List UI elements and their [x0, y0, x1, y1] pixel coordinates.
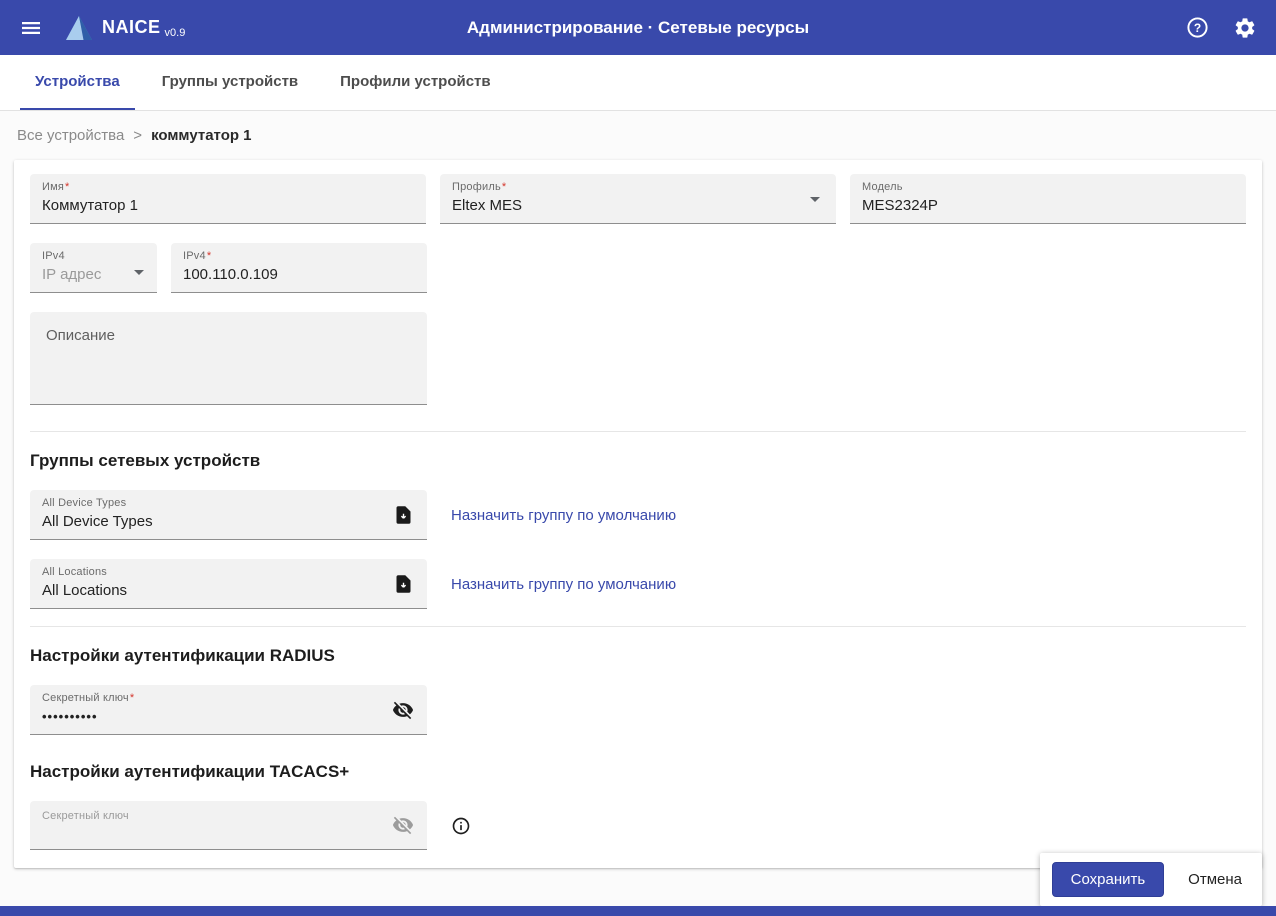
location-group-row: All Locations All Locations Назначить гр… — [30, 559, 1246, 609]
profile-select[interactable]: Профиль* Eltex MES — [440, 174, 836, 224]
device-type-group-field[interactable]: All Device Types All Device Types — [30, 490, 427, 540]
section-title-tacacs: Настройки аутентификации TACACS+ — [30, 762, 350, 781]
model-field-label: Модель — [862, 181, 903, 193]
eye-off-icon[interactable] — [392, 814, 414, 836]
location-group-value: All Locations — [42, 582, 128, 599]
ip-address-field[interactable]: IPv4* 100.110.0.109 — [171, 243, 427, 293]
name-field[interactable]: Имя* Коммутатор 1 — [30, 174, 426, 224]
settings-gear-icon[interactable] — [1232, 15, 1258, 41]
name-field-label: Имя* — [42, 181, 70, 193]
description-field[interactable]: Описание — [30, 312, 427, 405]
breadcrumb: Все устройства > коммутатор 1 — [0, 111, 1276, 160]
required-asterisk: * — [65, 181, 70, 193]
chevron-down-icon — [810, 196, 820, 202]
ip-version-select-placeholder: IP адрес — [42, 266, 102, 283]
tacacs-secret-placeholder: Секретный ключ — [42, 810, 129, 822]
required-asterisk: * — [501, 181, 507, 193]
section-title-radius: Настройки аутентификации RADIUS — [30, 646, 335, 665]
app-logo: NAICE v0.9 — [64, 15, 185, 41]
action-bar: Сохранить Отмена — [1039, 853, 1262, 906]
ip-address-field-value: 100.110.0.109 — [183, 266, 278, 283]
tab-device-groups[interactable]: Группы устройств — [147, 55, 313, 110]
description-placeholder: Описание — [46, 327, 116, 344]
eye-off-icon[interactable] — [392, 699, 414, 721]
required-asterisk: * — [129, 692, 135, 704]
tab-bar: Устройства Группы устройств Профили устр… — [0, 55, 1276, 111]
breadcrumb-separator: > — [133, 127, 143, 144]
profile-select-value: Eltex MES — [452, 197, 523, 214]
location-group-field[interactable]: All Locations All Locations — [30, 559, 427, 609]
model-field-value: MES2324P — [862, 197, 938, 214]
model-field[interactable]: Модель MES2324P — [850, 174, 1246, 224]
footer-bar — [0, 906, 1276, 916]
breadcrumb-all-devices-link[interactable]: Все устройства — [17, 127, 124, 144]
naice-logo-icon — [64, 15, 102, 41]
assign-default-location-group-link[interactable]: Назначить группу по умолчанию — [451, 576, 676, 593]
ip-version-select[interactable]: IPv4 IP адрес — [30, 243, 157, 293]
location-group-label: All Locations — [42, 566, 107, 578]
section-title-device-groups: Группы сетевых устройств — [30, 451, 261, 470]
breadcrumb-current: коммутатор 1 — [151, 127, 252, 144]
section-divider — [30, 431, 1246, 432]
assign-file-icon[interactable] — [393, 504, 414, 525]
assign-default-device-type-group-link[interactable]: Назначить группу по умолчанию — [451, 507, 676, 524]
info-icon[interactable] — [451, 816, 471, 836]
cancel-button[interactable]: Отмена — [1180, 863, 1250, 896]
device-type-group-row: All Device Types All Device Types Назнач… — [30, 490, 1246, 540]
radius-secret-row: Секретный ключ* •••••••••• — [30, 685, 1246, 735]
top-bar: NAICE v0.9 Администрирование · Сетевые р… — [0, 0, 1276, 55]
name-field-value: Коммутатор 1 — [42, 197, 138, 214]
save-button[interactable]: Сохранить — [1051, 862, 1165, 897]
app-window: NAICE v0.9 Администрирование · Сетевые р… — [0, 0, 1276, 916]
ip-version-select-label: IPv4 — [42, 250, 65, 262]
required-asterisk: * — [206, 250, 212, 262]
app-version: v0.9 — [164, 26, 186, 39]
device-type-group-label: All Device Types — [42, 497, 127, 509]
radius-secret-field[interactable]: Секретный ключ* •••••••••• — [30, 685, 427, 735]
ip-address-field-label: IPv4* — [183, 250, 212, 262]
app-name: NAICE — [102, 17, 161, 37]
tab-device-profiles[interactable]: Профили устройств — [325, 55, 505, 110]
tacacs-secret-row: Секретный ключ — [30, 801, 1246, 850]
device-type-group-value: All Device Types — [42, 513, 153, 530]
profile-select-label: Профиль* — [452, 181, 507, 193]
hamburger-menu-icon[interactable] — [18, 15, 44, 41]
svg-text:?: ? — [1193, 21, 1200, 35]
assign-file-icon[interactable] — [393, 573, 414, 594]
page-title: Администрирование · Сетевые ресурсы — [466, 17, 810, 37]
topbar-actions: ? — [1184, 15, 1258, 41]
device-form-card: Имя* Коммутатор 1 Профиль* Eltex MES Мод… — [14, 160, 1262, 868]
radius-secret-value: •••••••••• — [42, 709, 98, 724]
help-icon[interactable]: ? — [1184, 15, 1210, 41]
tab-devices[interactable]: Устройства — [20, 55, 135, 110]
tacacs-secret-field[interactable]: Секретный ключ — [30, 801, 427, 850]
chevron-down-icon — [134, 270, 144, 275]
radius-secret-label: Секретный ключ* — [42, 692, 135, 704]
section-divider — [30, 626, 1246, 627]
